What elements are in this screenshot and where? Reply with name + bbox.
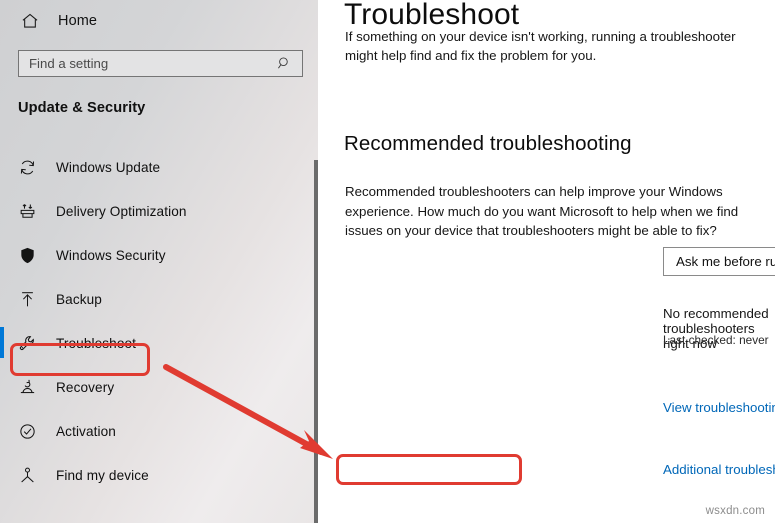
search-box[interactable] [18, 50, 303, 77]
sidebar-item-find-my-device[interactable]: Find my device [0, 453, 318, 497]
sidebar-item-label: Activation [56, 423, 116, 439]
check-circle-icon [18, 422, 37, 441]
last-checked-text: Last checked: never [663, 333, 769, 347]
recommended-troubleshooting-description: Recommended troubleshooters can help imp… [345, 184, 739, 238]
sidebar-item-label: Delivery Optimization [56, 203, 187, 219]
selected-accent-bar [0, 327, 4, 358]
sidebar-item-troubleshoot[interactable]: Troubleshoot [0, 321, 318, 365]
additional-troubleshooters-link[interactable]: Additional troubleshooters [663, 462, 775, 477]
delivery-optimization-icon [18, 202, 37, 221]
sidebar-item-recovery[interactable]: Recovery [0, 365, 318, 409]
recommended-troubleshooting-dropdown[interactable]: Ask me before running troubleshooters [663, 247, 775, 276]
recovery-icon [18, 378, 37, 397]
recommended-troubleshooting-heading: Recommended troubleshooting [344, 132, 632, 155]
sidebar-item-label: Find my device [56, 467, 149, 483]
content-panel: Troubleshoot If something on your device… [318, 0, 775, 523]
sidebar-item-label: Backup [56, 291, 102, 307]
intro-text: If something on your device isn't workin… [345, 29, 736, 63]
search-icon[interactable] [276, 55, 293, 72]
settings-window: Home Update & Security [0, 0, 775, 523]
settings-sidebar: Home Update & Security [0, 0, 318, 523]
refresh-icon [18, 158, 37, 177]
sidebar-item-windows-update[interactable]: Windows Update [0, 145, 318, 189]
upload-arrow-icon [18, 290, 37, 309]
sidebar-item-windows-security[interactable]: Windows Security [0, 233, 318, 277]
sidebar-item-backup[interactable]: Backup [0, 277, 318, 321]
wrench-icon [18, 334, 37, 353]
sidebar-item-delivery-optimization[interactable]: Delivery Optimization [0, 189, 318, 233]
sidebar-item-activation[interactable]: Activation [0, 409, 318, 453]
watermark: wsxdn.com [705, 505, 765, 517]
shield-icon [18, 246, 37, 265]
dropdown-selected-value: Ask me before running troubleshooters [676, 254, 775, 269]
sidebar-item-label: Troubleshoot [56, 335, 137, 351]
sidebar-item-label: Recovery [56, 379, 115, 395]
sidebar-nav-list: Windows Update Delivery Optimization Win… [0, 145, 318, 497]
sidebar-item-label: Windows Security [56, 247, 166, 263]
view-troubleshooting-history-link[interactable]: View troubleshooting history [663, 400, 775, 415]
sidebar-section-title: Update & Security [18, 100, 146, 116]
sidebar-home-label: Home [58, 13, 98, 29]
home-icon [20, 11, 40, 31]
find-device-icon [18, 466, 37, 485]
sidebar-item-label: Windows Update [56, 159, 161, 175]
sidebar-item-home[interactable]: Home [0, 5, 318, 37]
search-input[interactable] [19, 51, 276, 76]
